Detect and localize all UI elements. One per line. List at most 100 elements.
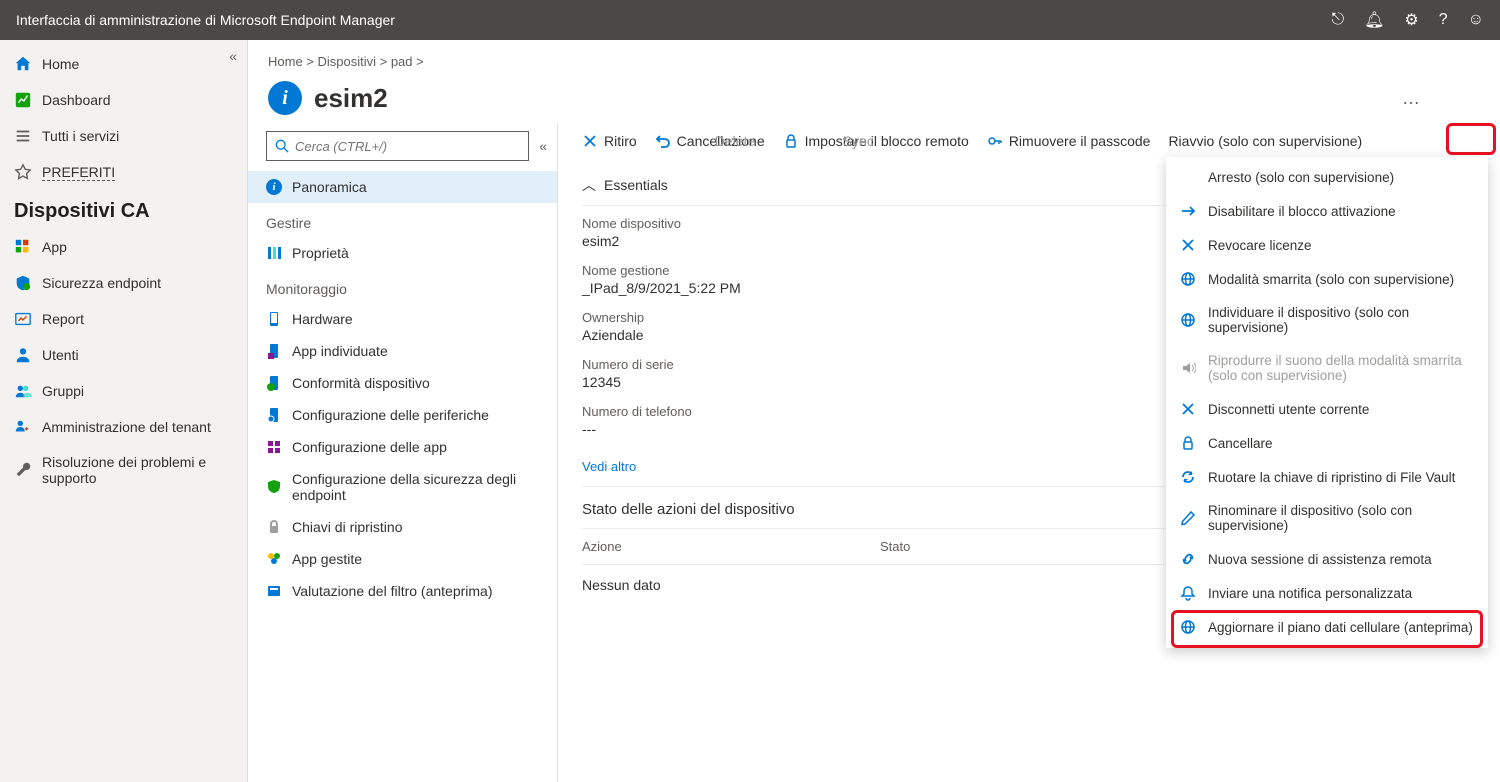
toolbar-rimuovere[interactable]: Rimuovere il passcode (987, 133, 1151, 149)
subnav-overview-label: Panoramica (292, 179, 367, 195)
nav-item-list[interactable]: Tutti i servizi (0, 118, 247, 154)
monitor-icon-2 (266, 375, 282, 391)
essentials-label: Essentials (604, 177, 668, 193)
nav-label: PREFERITI (42, 164, 115, 181)
pencil-icon (1180, 510, 1196, 526)
collapse-leftnav-icon[interactable]: « (229, 48, 237, 64)
nav-item-home[interactable]: Home (0, 46, 247, 82)
page-title: esim2 (314, 83, 388, 114)
content: Home > Dispositivi > pad > i esim2 … « (248, 40, 1500, 782)
toolbar: Ritiro CancellazioneDelete Impostare il bl… (558, 123, 1500, 159)
info-small-icon: i (266, 179, 282, 195)
subnav-overview[interactable]: i Panoramica (248, 171, 557, 203)
subnav-monitor-item[interactable]: Conformità dispositivo (248, 367, 557, 399)
subnav-monitor-item[interactable]: Valutazione del filtro (anteprima) (248, 575, 557, 607)
subnav-manage-item[interactable]: Proprietà (248, 237, 557, 269)
toolbar-cancellazione[interactable]: CancellazioneDelete (655, 133, 765, 149)
nav-label: Risoluzione dei problemi e supporto (42, 454, 233, 486)
notifications-icon[interactable]: 🔔︎ (1364, 10, 1384, 30)
subnav-monitor-item[interactable]: Chiavi di ripristino (248, 511, 557, 543)
subnav-monitor-item[interactable]: App gestite (248, 543, 557, 575)
monitor-icon-4 (266, 439, 282, 455)
toolbar-ritiro[interactable]: Ritiro (582, 133, 637, 149)
subnav-monitor-item[interactable]: App individuate (248, 335, 557, 367)
topbar: Interfaccia di amministrazione di Micros… (0, 0, 1500, 40)
sound-icon (1180, 360, 1196, 376)
subnav-monitor-item[interactable]: Configurazione delle periferiche (248, 399, 557, 431)
undo-icon (655, 133, 671, 149)
subnav-monitor-item[interactable]: Hardware (248, 303, 557, 335)
monitor-icon-6 (266, 519, 282, 535)
menu-item-12[interactable]: Aggiornare il piano dati cellulare (ante… (1166, 610, 1488, 644)
subnav-label: Hardware (292, 311, 353, 327)
nav-label: Gruppi (42, 383, 84, 399)
menu-item-11[interactable]: Inviare una notifica personalizzata (1166, 576, 1488, 610)
menu-item-0[interactable]: Arresto (solo con supervisione) (1166, 161, 1488, 194)
toolbar-label: Impostare il blocco remoto (805, 133, 969, 149)
tenant-icon (14, 418, 32, 436)
list-icon (14, 127, 32, 145)
menu-item-2[interactable]: Revocare licenze (1166, 228, 1488, 262)
menu-label: Ruotare la chiave di ripristino di File … (1208, 470, 1455, 485)
nav-item-groups[interactable]: Gruppi (0, 373, 247, 409)
menu-item-6[interactable]: Disconnetti utente corrente (1166, 392, 1488, 426)
menu-item-1[interactable]: Disabilitare il blocco attivazione (1166, 194, 1488, 228)
toolbar-riavvio[interactable]: Riavvio (solo con supervisione) (1168, 133, 1362, 149)
menu-item-4[interactable]: Individuare il dispositivo (solo con sup… (1166, 296, 1488, 344)
search-box[interactable] (266, 131, 529, 161)
nav-item-star[interactable]: PREFERITI (0, 154, 247, 190)
search-input[interactable] (295, 139, 520, 154)
subnav-monitor-item[interactable]: Configurazione della sicurezza degli end… (248, 463, 557, 511)
feedback-icon[interactable]: ☺ (1468, 11, 1484, 29)
nav-item-dashboard[interactable]: Dashboard (0, 82, 247, 118)
menu-label: Modalità smarrita (solo con supervisione… (1208, 272, 1454, 287)
lock-icon (783, 133, 799, 149)
monitor-icon-5 (266, 479, 282, 495)
collapse-subnav-icon[interactable]: « (539, 138, 547, 154)
more-button[interactable]: … (1402, 88, 1420, 109)
col-header: Stato (880, 539, 1178, 554)
breadcrumb[interactable]: Home > Dispositivi > pad > (248, 40, 1500, 69)
settings-icon[interactable]: ⚙ (1404, 10, 1418, 30)
nav-item-shield[interactable]: Sicurezza endpoint (0, 265, 247, 301)
toolbar-impostare[interactable]: Impostare il blocco remotoSync (783, 133, 969, 149)
globe-icon (1180, 312, 1196, 328)
globe-icon (1180, 619, 1196, 635)
menu-label: Cancellare (1208, 436, 1273, 451)
arrow-icon (1180, 203, 1196, 219)
nav-label: Dashboard (42, 92, 111, 108)
menu-item-9[interactable]: Rinominare il dispositivo (solo con supe… (1166, 494, 1488, 542)
nav-item-apps[interactable]: App (0, 229, 247, 265)
page-header: i esim2 … (248, 69, 1500, 123)
subnav-monitor-item[interactable]: Configurazione delle app (248, 431, 557, 463)
subnav-manage-header: Gestire (248, 203, 557, 237)
nav-label: Utenti (42, 347, 79, 363)
nav-item-wrench[interactable]: Risoluzione dei problemi e supporto (0, 445, 247, 495)
monitor-icon-3 (266, 407, 282, 423)
nav-item-report[interactable]: Report (0, 301, 247, 337)
nav-label: Report (42, 311, 84, 327)
monitor-icon-0 (266, 311, 282, 327)
help-icon[interactable]: ? (1439, 11, 1448, 29)
x-icon (582, 133, 598, 149)
toolbar-label: Riavvio (solo con supervisione) (1168, 133, 1362, 149)
nav-label: Amministrazione del tenant (42, 419, 211, 435)
user-icon (14, 346, 32, 364)
nav-section-title: Dispositivi CA (0, 190, 247, 229)
report-icon (14, 310, 32, 328)
menu-item-10[interactable]: Nuova sessione di assistenza remota (1166, 542, 1488, 576)
shield-icon (14, 274, 32, 292)
nav-item-tenant[interactable]: Amministrazione del tenant (0, 409, 247, 445)
menu-item-3[interactable]: Modalità smarrita (solo con supervisione… (1166, 262, 1488, 296)
menu-item-8[interactable]: Ruotare la chiave di ripristino di File … (1166, 460, 1488, 494)
nav-item-user[interactable]: Utenti (0, 337, 247, 373)
monitor-icon-1 (266, 343, 282, 359)
menu-item-7[interactable]: Cancellare (1166, 426, 1488, 460)
subnav-monitor-header: Monitoraggio (248, 269, 557, 303)
promo-icon[interactable]: ⎋ (1331, 11, 1344, 29)
menu-label: Individuare il dispositivo (solo con sup… (1208, 305, 1474, 335)
subnav-label: Valutazione del filtro (anteprima) (292, 583, 493, 599)
x-icon (1180, 237, 1196, 253)
nav-label: App (42, 239, 67, 255)
subnav-label: Configurazione delle periferiche (292, 407, 489, 423)
